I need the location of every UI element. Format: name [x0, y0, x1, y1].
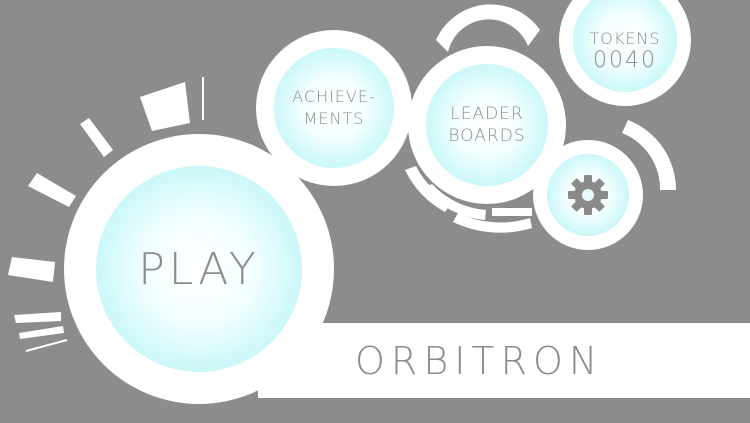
- tokens-orb-glow: TOKENS 0040: [573, 0, 677, 92]
- burst-dash: [25, 339, 68, 352]
- main-menu-screen: ORBITRON PLAY ACHIEVE- MENTS LEADER BOAR…: [0, 0, 750, 423]
- burst-dash: [14, 312, 61, 323]
- orbit-arc: [436, 4, 540, 52]
- game-title: ORBITRON: [355, 339, 604, 383]
- orbit-arc: [492, 208, 532, 216]
- achievements-label: ACHIEVE- MENTS: [292, 87, 376, 128]
- play-label: PLAY: [138, 243, 260, 295]
- burst-dash: [80, 118, 113, 157]
- leaderboards-label: LEADER BOARDS: [448, 104, 526, 146]
- tokens-count: 0040: [593, 48, 657, 73]
- gear-icon: [566, 173, 610, 217]
- burst-dash: [8, 257, 55, 282]
- settings-orb-glow: [547, 154, 629, 236]
- achievements-orb-glow: ACHIEVE- MENTS: [274, 48, 394, 168]
- tokens-label: TOKENS: [589, 29, 661, 48]
- settings-button[interactable]: [533, 140, 643, 250]
- achievements-button[interactable]: ACHIEVE- MENTS: [256, 30, 412, 186]
- leaderboards-orb-glow: LEADER BOARDS: [426, 64, 548, 186]
- burst-dash: [19, 326, 64, 339]
- burst-dash: [140, 82, 190, 131]
- burst-dash: [28, 173, 76, 207]
- play-orb-glow: PLAY: [96, 166, 302, 372]
